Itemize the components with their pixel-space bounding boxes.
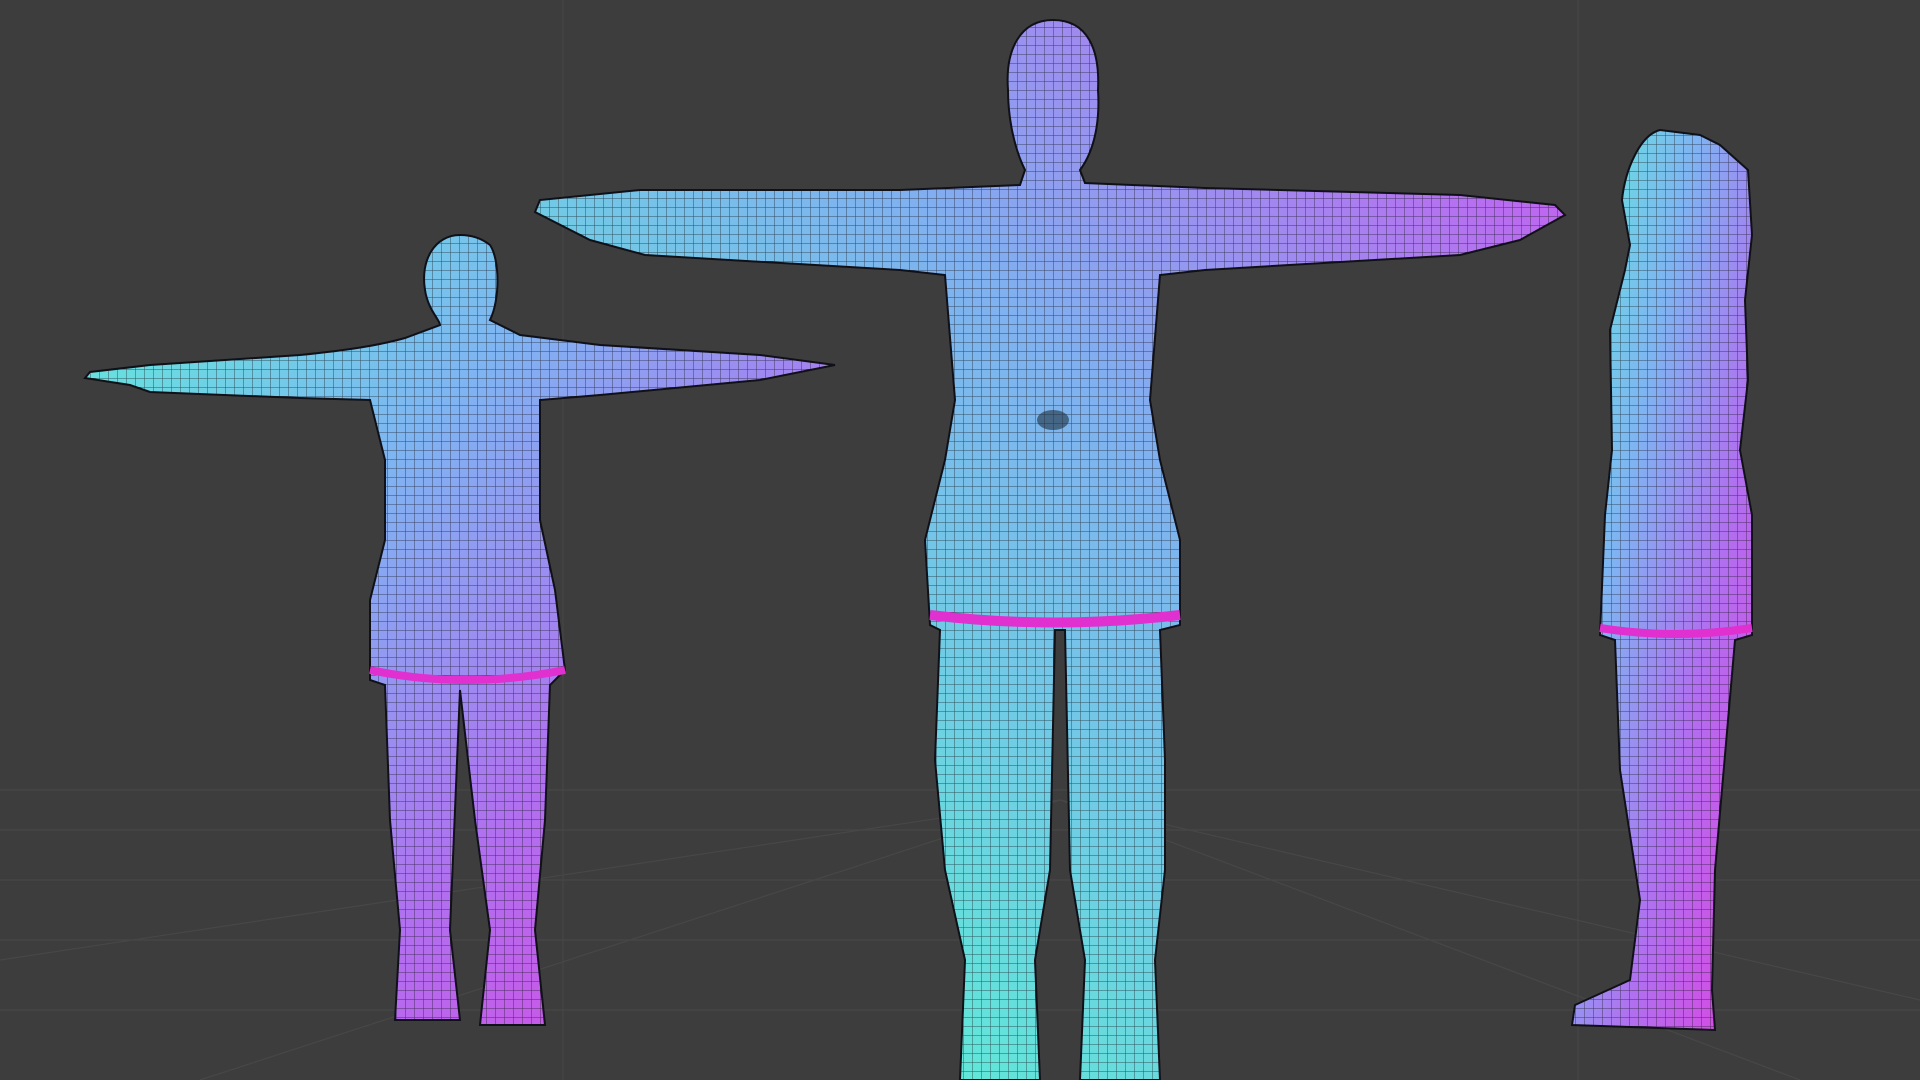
model-side-view[interactable] bbox=[1570, 128, 1754, 1032]
model-back-view[interactable] bbox=[83, 233, 836, 1026]
viewport-canvas[interactable] bbox=[0, 0, 1920, 1080]
3d-viewport[interactable] bbox=[0, 0, 1920, 1080]
